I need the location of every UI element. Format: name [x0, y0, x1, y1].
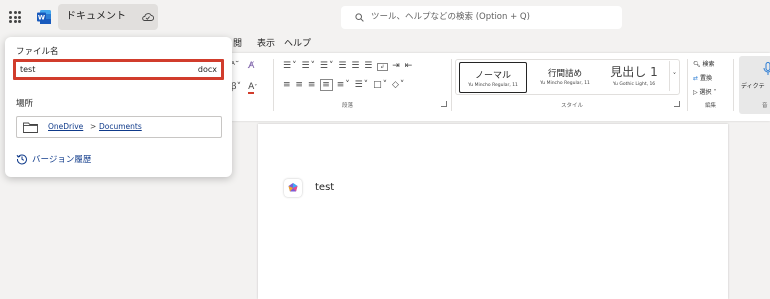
rtl-icon[interactable]: ⇤ [405, 61, 414, 71]
sort-icon[interactable]: ☰ [364, 61, 373, 71]
decrease-indent-icon[interactable]: ☰ [338, 61, 347, 71]
document-name-button[interactable]: ドキュメント [58, 4, 158, 30]
copilot-icon[interactable] [284, 179, 302, 197]
show-marks-icon[interactable]: ↲ [377, 63, 389, 71]
shading-icon[interactable]: ◇˅ [392, 80, 405, 90]
ribbon: ᴬ˘ A̸ ꞵ˅ A˅ ☰˅ ☰˅ ☰˅ ☰ ☰ ☰ ↲ ⇥ ⇤ ≡ ≡ ≡ ≡… [225, 53, 770, 121]
font-size-increase-icon[interactable]: ᴬ˘ [231, 61, 239, 71]
paragraph-group-label: 段落 [342, 103, 354, 109]
distribute-icon[interactable]: ≡˅ [337, 80, 351, 90]
replace-button[interactable]: ⇄ 置換 [693, 73, 712, 82]
file-extension: docx [197, 65, 217, 74]
svg-text:W: W [38, 14, 45, 22]
style-normal[interactable]: ノーマル Yu Mincho Regular, 11 [459, 62, 527, 93]
copilot-logo-icon [288, 183, 298, 192]
microphone-icon [763, 62, 770, 75]
word-logo-icon: W [37, 10, 51, 24]
alignment-controls[interactable]: ≡ ≡ ≡ ≡ ≡˅ ☰˅ □˅ ◇˅ [283, 79, 405, 91]
align-right-icon[interactable]: ≡ [308, 80, 317, 90]
search-icon [355, 13, 364, 22]
replace-icon: ⇄ [693, 75, 699, 82]
search-placeholder: ツール、ヘルプなどの検索 (Option + Q) [371, 12, 530, 22]
highlight-icon[interactable]: ꞵ˅ [231, 82, 241, 92]
title-bar: W ドキュメント ツール、ヘルプなどの検索 (Option + Q) [0, 0, 770, 35]
select-button[interactable]: ▷ 選択 ˅ [693, 87, 716, 96]
styles-gallery: ノーマル Yu Mincho Regular, 11 行間詰め Yu Minch… [455, 59, 680, 95]
font-size-controls[interactable]: ᴬ˘ A̸ [231, 61, 254, 71]
find-icon: 🔍︎ [693, 61, 701, 68]
styles-more-icon[interactable]: ˅ [669, 61, 679, 91]
font-color-controls[interactable]: ꞵ˅ A˅ [231, 79, 257, 94]
location-field: OneDrive > Documents [16, 116, 222, 138]
dictate-label: ディクテ [741, 83, 765, 90]
app-launcher-icon[interactable] [9, 11, 21, 23]
tab-help[interactable]: ヘルプ [284, 36, 311, 49]
breadcrumb-separator: > [90, 122, 97, 131]
select-icon: ▷ [693, 89, 698, 96]
divider [273, 59, 274, 111]
paragraph-launcher-icon[interactable] [441, 101, 447, 107]
history-icon [16, 154, 27, 165]
increase-indent-icon[interactable]: ☰ [351, 61, 360, 71]
cloud-saved-icon [142, 13, 154, 21]
location-label: 場所 [16, 99, 34, 109]
line-spacing-icon[interactable]: ☰˅ [355, 80, 370, 90]
styles-launcher-icon[interactable] [674, 101, 680, 107]
version-history-label: バージョン履歴 [32, 155, 92, 165]
document-body-text[interactable]: test [315, 182, 334, 193]
divider [733, 59, 734, 111]
multilevel-icon[interactable]: ☰˅ [320, 61, 335, 71]
clear-format-icon[interactable]: A̸ [248, 61, 254, 71]
document-page[interactable]: test [258, 124, 728, 299]
edit-group-label: 編集 [705, 103, 717, 109]
numbering-icon[interactable]: ☰˅ [301, 61, 316, 71]
find-button[interactable]: 🔍︎ 検索 [693, 59, 715, 68]
style-no-spacing[interactable]: 行間詰め Yu Mincho Regular, 11 [531, 62, 599, 93]
filename-value: test [20, 65, 36, 74]
divider [687, 59, 688, 111]
borders-icon[interactable]: □˅ [373, 80, 388, 90]
document-name: ドキュメント [66, 11, 126, 22]
tab-review[interactable]: 閲 [233, 36, 242, 49]
filename-label: ファイル名 [16, 47, 59, 57]
tab-view[interactable]: 表示 [257, 36, 275, 49]
divider [451, 59, 452, 111]
location-onedrive-link[interactable]: OneDrive [48, 122, 83, 131]
folder-icon [23, 122, 38, 133]
style-heading-1[interactable]: 見出し 1 Yu Gothic Light, 16 [603, 62, 665, 93]
search-input[interactable]: ツール、ヘルプなどの検索 (Option + Q) [341, 6, 622, 29]
voice-group-label: 音 [762, 103, 768, 109]
styles-group-label: スタイル [561, 103, 584, 109]
location-documents-link[interactable]: Documents [99, 122, 142, 131]
file-info-popup: ファイル名 test docx 場所 OneDrive > Documents … [5, 37, 232, 177]
bullets-icon[interactable]: ☰˅ [283, 61, 298, 71]
justify-icon[interactable]: ≡ [320, 79, 333, 91]
filename-field[interactable]: test docx [13, 59, 224, 80]
ltr-icon[interactable]: ⇥ [392, 61, 401, 71]
align-left-icon[interactable]: ≡ [283, 80, 292, 90]
align-center-icon[interactable]: ≡ [295, 80, 304, 90]
list-controls[interactable]: ☰˅ ☰˅ ☰˅ ☰ ☰ ☰ ↲ ⇥ ⇤ [283, 61, 413, 71]
